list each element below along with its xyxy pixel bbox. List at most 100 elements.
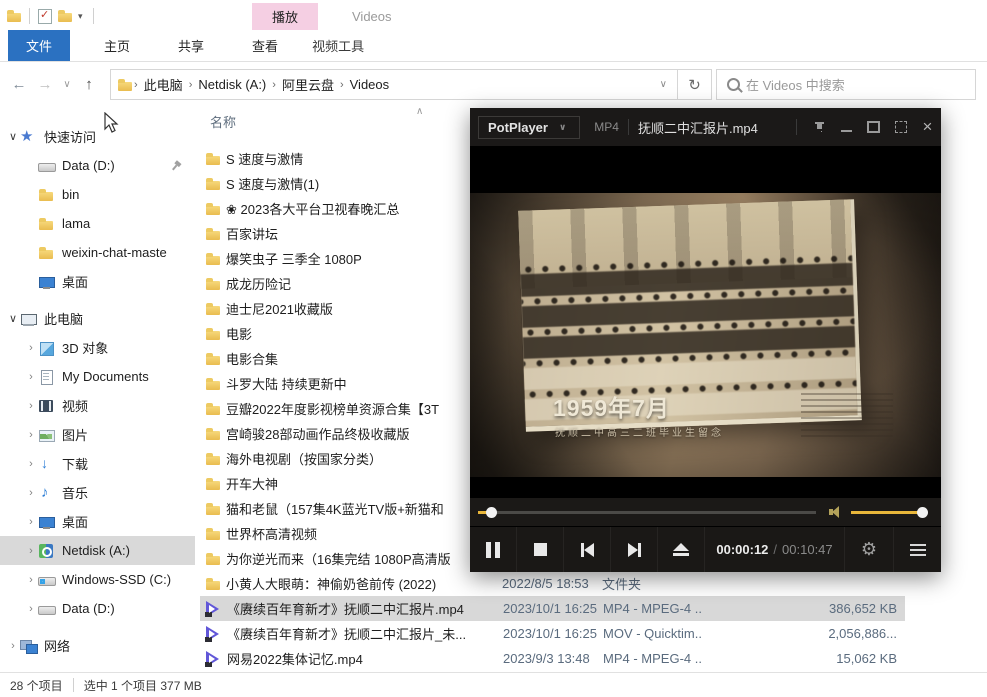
search-input[interactable]: 在 Videos 中搜索: [716, 69, 976, 100]
chevron-right-icon[interactable]: ›: [24, 429, 38, 441]
address-dropdown-icon[interactable]: ∨: [650, 79, 677, 90]
sort-ascending-icon[interactable]: ∧: [416, 106, 423, 117]
sidebar-item-11[interactable]: ›下载: [0, 449, 195, 478]
chevron-right-icon[interactable]: ›: [24, 574, 38, 586]
pause-button[interactable]: [470, 527, 517, 572]
chevron-down-icon[interactable]: ∨: [6, 130, 20, 143]
sidebar-item-label: 桌面: [62, 512, 88, 531]
potplayer-window[interactable]: PotPlayer ∨ MP4 抚顺二中汇报片.mp4 ×: [470, 108, 941, 572]
breadcrumb-this-pc[interactable]: 此电脑: [138, 75, 189, 94]
folder-icon[interactable]: [6, 8, 23, 24]
chevron-right-icon[interactable]: ›: [24, 458, 38, 470]
sidebar-item-10[interactable]: ›图片: [0, 420, 195, 449]
sidebar-item-label: lama: [62, 216, 90, 231]
contextual-tab-play[interactable]: 播放: [252, 3, 318, 30]
chevron-right-icon[interactable]: ›: [24, 371, 38, 383]
sidebar-item-3[interactable]: lama: [0, 209, 195, 238]
time-total: 00:10:47: [782, 542, 833, 557]
folder-icon: [205, 376, 222, 392]
time-separator: /: [773, 542, 777, 557]
qat-dropdown-icon[interactable]: ▾: [78, 11, 83, 22]
next-button[interactable]: [611, 527, 658, 572]
breadcrumb[interactable]: › 此电脑 › Netdisk (A:) › 阿里云盘 › Videos ∨: [110, 69, 678, 100]
seek-thumb[interactable]: [486, 507, 497, 518]
volume-thumb[interactable]: [917, 507, 928, 518]
folder-icon: [205, 176, 222, 192]
folder-icon: [38, 187, 55, 203]
player-app-menu[interactable]: PotPlayer ∨: [478, 116, 580, 139]
column-header-name[interactable]: 名称: [210, 112, 236, 131]
tab-file[interactable]: 文件: [8, 30, 70, 61]
sidebar-item-8[interactable]: › My Documents: [0, 362, 195, 391]
fullscreen-button[interactable]: [887, 108, 914, 146]
time-current: 00:00:12: [716, 542, 768, 557]
cell-type: MP4 - MPEG-4 ...: [603, 601, 701, 616]
folder-icon: [38, 245, 55, 261]
sidebar-item-7[interactable]: ›3D 对象: [0, 333, 195, 362]
tab-home[interactable]: 主页: [88, 30, 146, 61]
chevron-right-icon[interactable]: ›: [24, 342, 38, 354]
sidebar-item-14[interactable]: ›Netdisk (A:): [0, 536, 195, 565]
player-titlebar[interactable]: PotPlayer ∨ MP4 抚顺二中汇报片.mp4 ×: [470, 108, 941, 146]
cell-date: 2023/9/3 13:48: [503, 651, 603, 666]
table-row[interactable]: 《赓续百年育新才》抚顺二中汇报片_未...2023/10/1 16:25MOV …: [200, 621, 905, 646]
playlist-menu-button[interactable]: [894, 527, 941, 572]
settings-button[interactable]: ⚙: [845, 527, 893, 572]
up-icon[interactable]: ↑: [76, 76, 102, 93]
chevron-down-icon[interactable]: ∨: [6, 312, 20, 325]
sidebar-item-6[interactable]: ∨此电脑: [0, 304, 195, 333]
folder-icon: [205, 151, 222, 167]
sidebar-item-1[interactable]: Data (D:): [0, 151, 195, 180]
table-row[interactable]: 《赓续百年育新才》抚顺二中汇报片.mp42023/10/1 16:25MP4 -…: [200, 596, 905, 621]
video-area[interactable]: 1959年7月 抚顺二中高三二班毕业生留念: [470, 146, 941, 498]
sidebar-item-12[interactable]: ›音乐: [0, 478, 195, 507]
sidebar-item-13[interactable]: › 桌面: [0, 507, 195, 536]
chevron-right-icon[interactable]: ›: [24, 400, 38, 412]
recent-locations-icon[interactable]: ∨: [58, 79, 76, 90]
divider: [628, 119, 629, 135]
breadcrumb-netdisk[interactable]: Netdisk (A:): [192, 77, 272, 92]
star-icon: [20, 129, 37, 145]
sidebar-item-0[interactable]: ∨快速访问: [0, 122, 195, 151]
breadcrumb-videos[interactable]: Videos: [344, 77, 396, 92]
chevron-right-icon[interactable]: ›: [24, 487, 38, 499]
close-button[interactable]: ×: [914, 108, 941, 146]
sidebar-item-16[interactable]: › Data (D:): [0, 594, 195, 623]
sidebar-item-4[interactable]: weixin-chat-maste: [0, 238, 195, 267]
pin-button[interactable]: [806, 108, 833, 146]
sidebar-item-label: Data (D:): [62, 601, 115, 616]
refresh-button[interactable]: ↻: [678, 69, 712, 100]
properties-check-icon[interactable]: [36, 8, 53, 24]
sidebar-item-5[interactable]: 桌面: [0, 267, 195, 296]
chevron-right-icon[interactable]: ›: [24, 603, 38, 615]
table-row[interactable]: 小黄人大眼萌：神偷奶爸前传 (2022)2022/8/5 18:53文件夹: [200, 571, 905, 596]
sidebar-item-label: My Documents: [62, 369, 149, 384]
chevron-right-icon[interactable]: ›: [24, 516, 38, 528]
volume-slider[interactable]: [851, 511, 927, 514]
status-bar: 28 个项目 选中 1 个项目 377 MB: [0, 672, 987, 697]
tab-video-tools[interactable]: 视频工具: [296, 30, 380, 61]
maximize-button[interactable]: [860, 108, 887, 146]
forward-icon[interactable]: →: [32, 76, 58, 93]
new-folder-icon[interactable]: [57, 8, 74, 24]
stop-button[interactable]: [517, 527, 564, 572]
volume-icon[interactable]: [829, 506, 843, 518]
sidebar-item-9[interactable]: ›视频: [0, 391, 195, 420]
pin-icon: [814, 122, 825, 133]
seek-bar[interactable]: [478, 511, 816, 514]
cell-date: 2023/10/1 16:25: [503, 626, 603, 641]
sidebar-item-15[interactable]: ›Windows-SSD (C:): [0, 565, 195, 594]
tab-view[interactable]: 查看: [236, 30, 294, 61]
chevron-right-icon[interactable]: ›: [24, 545, 38, 557]
table-row[interactable]: 网易2022集体记忆.mp42023/9/3 13:48MP4 - MPEG-4…: [200, 646, 905, 671]
breadcrumb-aliyun[interactable]: 阿里云盘: [276, 75, 340, 94]
chevron-right-icon[interactable]: ›: [6, 640, 20, 652]
previous-button[interactable]: [564, 527, 611, 572]
minimize-button[interactable]: [833, 108, 860, 146]
sidebar-item-2[interactable]: bin: [0, 180, 195, 209]
eject-button[interactable]: [658, 527, 705, 572]
cell-name: 为你逆光而来（16集完结 1080P高清版: [226, 549, 502, 568]
back-icon[interactable]: ←: [6, 76, 32, 93]
tab-share[interactable]: 共享: [162, 30, 220, 61]
sidebar-item-17[interactable]: ›网络: [0, 631, 195, 660]
